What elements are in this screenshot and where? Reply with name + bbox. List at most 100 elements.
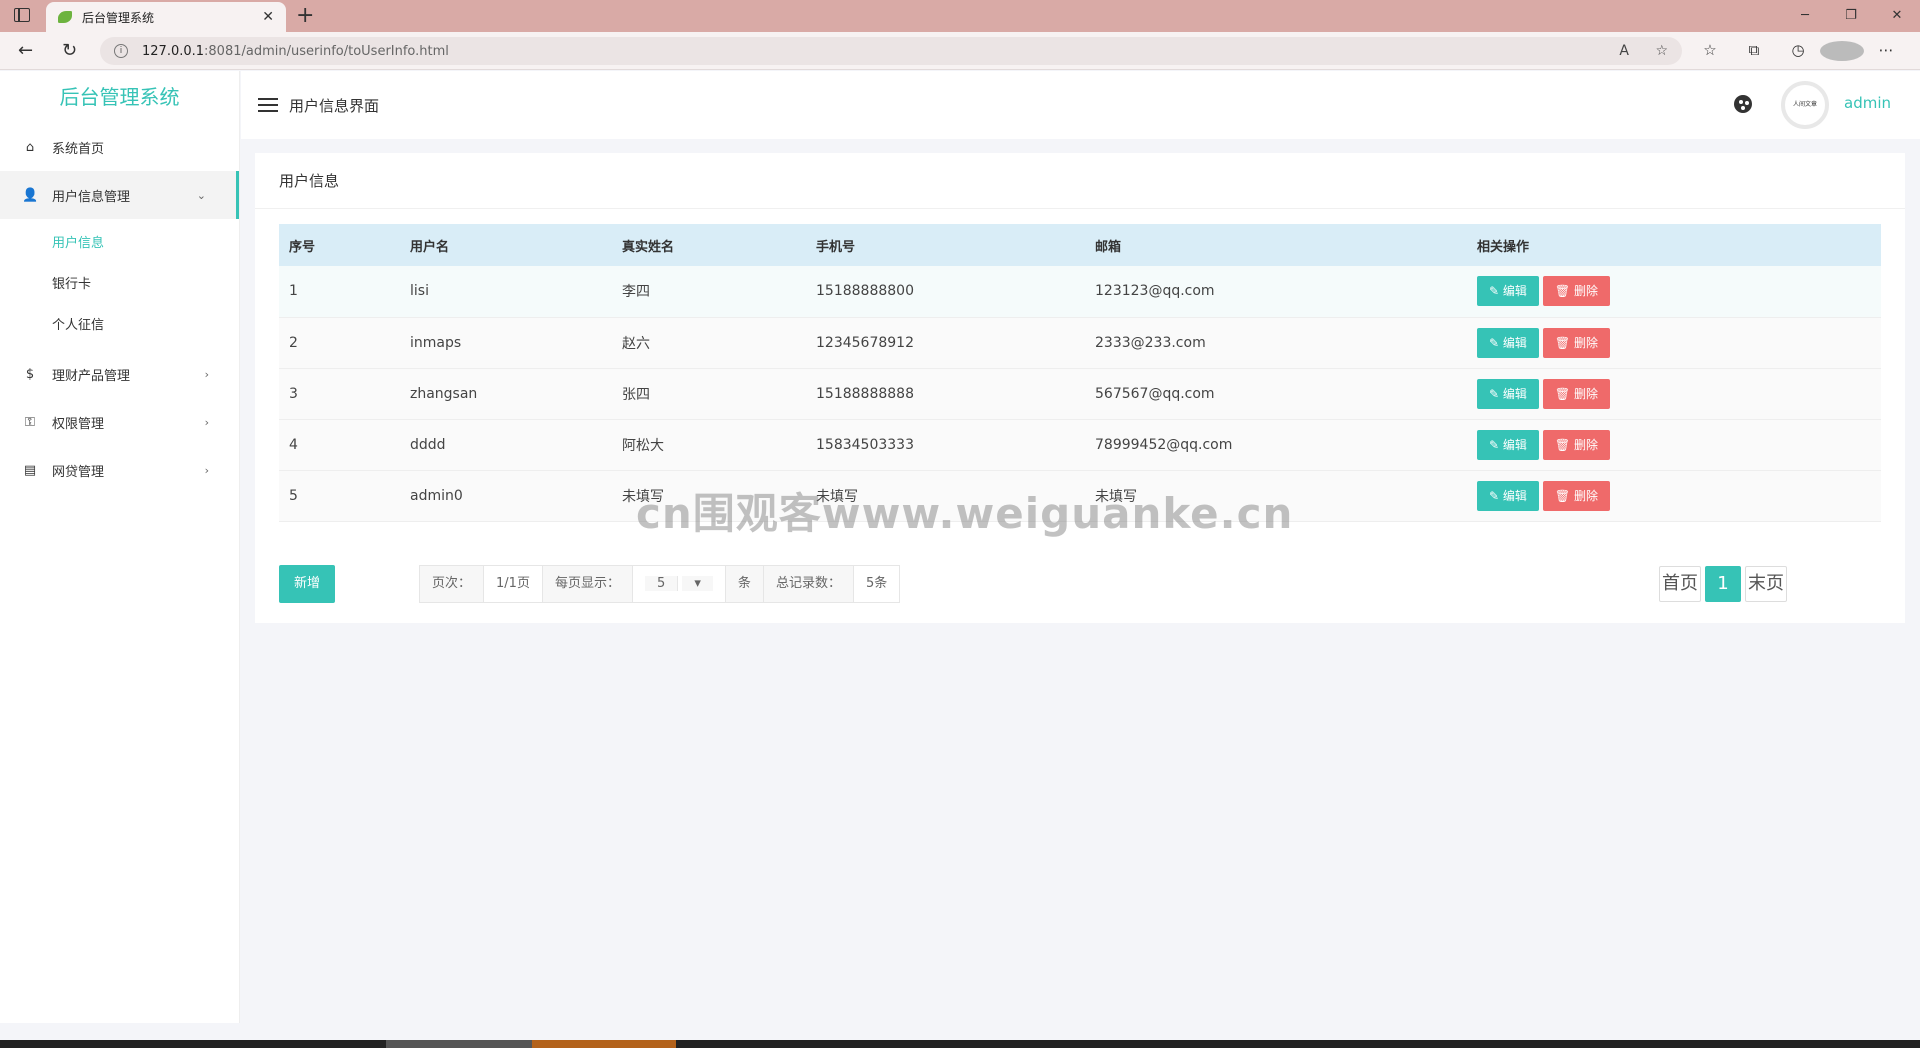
pencil-icon: ✎ (1489, 335, 1500, 350)
sidebar-item-permission[interactable]: ⚿ 权限管理 › (0, 398, 239, 446)
read-aloud-icon[interactable]: A (1619, 43, 1629, 59)
cell-username: dddd (400, 419, 612, 471)
cell-realname: 阿松大 (612, 419, 806, 471)
taskbar-item[interactable] (386, 1040, 532, 1048)
trash-icon: 🗑 (1554, 335, 1571, 350)
profile-icon[interactable] (1820, 41, 1864, 65)
cell-phone: 15188888800 (806, 266, 1085, 318)
submenu-item-bank-card[interactable]: 银行卡 (0, 264, 239, 305)
close-tab-icon[interactable]: ✕ (262, 9, 274, 25)
edit-button[interactable]: ✎ 编辑 (1477, 480, 1539, 511)
first-page-button[interactable]: 首页 (1659, 566, 1701, 602)
cell-realname: 赵六 (612, 317, 806, 369)
add-favorite-icon[interactable]: ☆ (1655, 43, 1668, 59)
minimize-icon[interactable]: ─ (1782, 0, 1828, 32)
history-icon[interactable]: ◷ (1776, 41, 1820, 65)
sidebar-item-loan[interactable]: ▤ 网贷管理 › (0, 446, 239, 494)
delete-button[interactable]: 🗑 删除 (1542, 276, 1610, 307)
cell-actions: ✎ 编辑 🗑 删除 (1467, 317, 1881, 369)
cell-email: 123123@qq.com (1085, 266, 1467, 318)
delete-button[interactable]: 🗑 删除 (1542, 429, 1610, 460)
cell-id: 4 (279, 419, 400, 471)
logo: 后台管理系统 (59, 85, 180, 109)
per-page-unit: 条 (725, 566, 764, 602)
per-page-select[interactable]: 5 ▾ (632, 566, 726, 602)
edit-button[interactable]: ✎ 编辑 (1477, 429, 1539, 460)
table-row: 4 dddd 阿松大 15834503333 78999452@qq.com ✎… (279, 419, 1881, 471)
taskbar-item[interactable] (532, 1040, 676, 1048)
url-text: 127.0.0.1:8081/admin/userinfo/toUserInfo… (142, 43, 449, 59)
pagination: 首页 1 末页 (1659, 566, 1791, 602)
more-icon[interactable]: ⋯ (1864, 41, 1908, 65)
cell-id: 3 (279, 368, 400, 420)
chevron-right-icon: › (204, 367, 209, 381)
delete-button[interactable]: 🗑 删除 (1542, 378, 1610, 409)
pencil-icon: ✎ (1489, 437, 1500, 452)
sidebar-item-finance[interactable]: $ 理财产品管理 › (0, 350, 239, 398)
edit-button[interactable]: ✎ 编辑 (1477, 327, 1539, 358)
sidebar-item-user-management[interactable]: 👤 用户信息管理 ⌄ (0, 171, 239, 219)
sidebar-item-label: 系统首页 (52, 141, 105, 157)
cell-phone: 12345678912 (806, 317, 1085, 369)
spring-leaf-icon (58, 11, 72, 23)
edit-button[interactable]: ✎ 编辑 (1477, 276, 1539, 307)
cell-email: 567567@qq.com (1085, 368, 1467, 420)
back-icon[interactable]: ← (18, 39, 33, 63)
caret-down-icon: ▾ (682, 576, 713, 591)
column-header: 手机号 (806, 224, 1085, 266)
cell-actions: ✎ 编辑 🗑 删除 (1467, 266, 1881, 318)
cell-id: 2 (279, 317, 400, 369)
collections-icon[interactable]: ⧉ (1732, 41, 1776, 65)
column-header: 真实姓名 (612, 224, 806, 266)
sidebar: 后台管理系统 ⌂ 系统首页 👤 用户信息管理 ⌄ 用户信息 银行卡 个人征信 $… (0, 71, 240, 1023)
browser-toolbar: ← ↻ i 127.0.0.1:8081/admin/userinfo/toUs… (0, 32, 1920, 70)
palette-icon[interactable] (1734, 95, 1752, 113)
delete-button[interactable]: 🗑 删除 (1542, 480, 1610, 511)
cell-phone: 15188888888 (806, 368, 1085, 420)
submenu-item-credit[interactable]: 个人征信 (0, 305, 239, 346)
cell-realname: 张四 (612, 368, 806, 420)
page-button-current[interactable]: 1 (1705, 566, 1741, 602)
sidebar-item-home[interactable]: ⌂ 系统首页 (0, 123, 239, 171)
favorites-icon[interactable]: ☆ (1688, 41, 1732, 65)
last-page-button[interactable]: 末页 (1745, 566, 1787, 602)
site-info-icon[interactable]: i (114, 44, 128, 58)
tab-actions-icon[interactable] (14, 8, 30, 22)
chevron-right-icon: › (204, 463, 209, 477)
restore-icon[interactable]: ❐ (1828, 0, 1874, 32)
trash-icon: 🗑 (1554, 437, 1571, 452)
cell-username: admin0 (400, 470, 612, 522)
window-controls: ─ ❐ ✕ (1782, 0, 1920, 32)
browser-tab[interactable]: 后台管理系统 ✕ (46, 2, 286, 32)
column-header: 用户名 (400, 224, 612, 266)
refresh-icon[interactable]: ↻ (62, 39, 77, 63)
cell-realname: 李四 (612, 266, 806, 318)
username[interactable]: admin (1844, 94, 1891, 112)
table-header-row: 序号 用户名 真实姓名 手机号 邮箱 相关操作 (279, 224, 1881, 266)
cell-username: inmaps (400, 317, 612, 369)
taskbar (0, 1040, 1920, 1048)
sidebar-item-label: 权限管理 (52, 416, 105, 432)
user-table: 序号 用户名 真实姓名 手机号 邮箱 相关操作 1 lisi 李四 151888… (279, 224, 1881, 522)
column-header: 序号 (279, 224, 400, 266)
column-header: 相关操作 (1467, 224, 1881, 266)
new-tab-icon[interactable]: + (296, 3, 314, 29)
cell-id: 5 (279, 470, 400, 522)
per-page-label: 每页显示： (542, 566, 633, 602)
delete-button[interactable]: 🗑 删除 (1542, 327, 1610, 358)
dollar-icon: $ (25, 366, 35, 382)
toolbar-icons: ☆ ⧉ ◷ ⋯ (1688, 41, 1908, 65)
total-value: 5条 (853, 566, 900, 602)
window-close-icon[interactable]: ✕ (1874, 0, 1920, 32)
pager-info: 页次： 1/1页 每页显示： 5 ▾ 条 总记录数： 5条 (419, 565, 901, 603)
column-header: 邮箱 (1085, 224, 1467, 266)
trash-icon: 🗑 (1554, 284, 1571, 299)
address-bar[interactable]: i 127.0.0.1:8081/admin/userinfo/toUserIn… (100, 37, 1682, 65)
edit-button[interactable]: ✎ 编辑 (1477, 378, 1539, 409)
pencil-icon: ✎ (1489, 488, 1500, 503)
avatar[interactable]: 人间文章 (1781, 81, 1829, 129)
watermark: cn围观客www.weiguanke.cn (636, 489, 1294, 538)
add-button[interactable]: 新增 (279, 565, 335, 603)
submenu-item-user-info[interactable]: 用户信息 (0, 223, 239, 264)
menu-toggle-icon[interactable] (258, 98, 278, 112)
